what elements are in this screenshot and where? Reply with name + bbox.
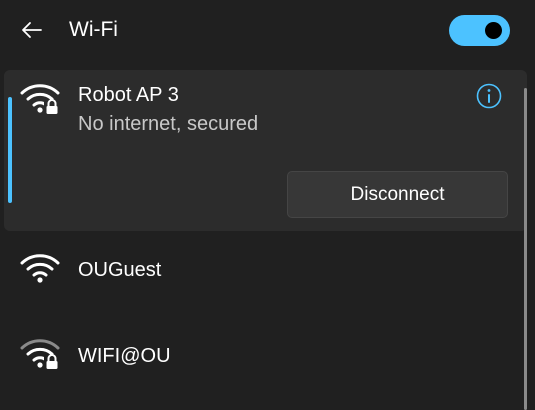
selection-indicator <box>8 97 12 203</box>
network-name: Robot AP 3 <box>78 84 179 106</box>
network-item-connected[interactable]: Robot AP 3 No internet, secured Disconne… <box>4 70 527 231</box>
wifi-secured-icon <box>20 84 60 115</box>
network-properties-button[interactable] <box>474 81 504 111</box>
network-item[interactable]: OUGuest <box>0 231 520 311</box>
page-title: Wi-Fi <box>69 18 118 41</box>
back-arrow-icon <box>22 22 42 38</box>
wifi-toggle[interactable] <box>449 15 510 46</box>
wifi-secured-icon <box>20 339 60 370</box>
disconnect-button[interactable]: Disconnect <box>287 171 508 218</box>
scrollbar[interactable] <box>524 88 527 410</box>
back-button[interactable] <box>14 12 50 48</box>
network-name: OUGuest <box>78 259 162 281</box>
network-name: WIFI@OU <box>78 345 171 367</box>
info-icon <box>476 83 502 109</box>
network-item[interactable]: WIFI@OU <box>0 316 520 396</box>
header: Wi-Fi <box>0 0 535 60</box>
toggle-knob <box>485 22 502 39</box>
wifi-icon <box>20 254 60 283</box>
network-list: Robot AP 3 No internet, secured Disconne… <box>0 70 535 410</box>
network-status: No internet, secured <box>78 113 259 135</box>
